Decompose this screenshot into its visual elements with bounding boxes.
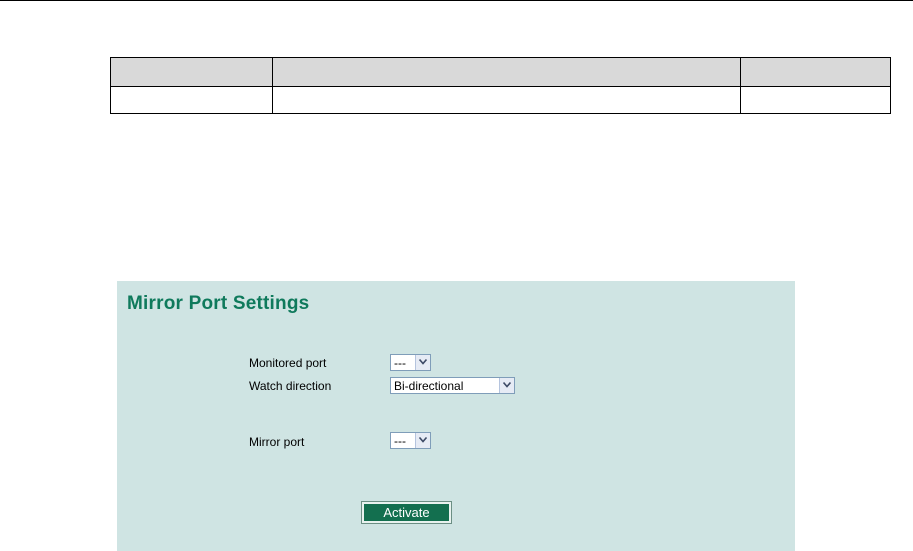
activate-button[interactable]: Activate <box>361 501 452 524</box>
chevron-down-icon[interactable] <box>499 378 514 393</box>
chevron-down-icon[interactable] <box>415 355 430 370</box>
table-row <box>110 86 891 114</box>
document-page: Mirror Port Settings Monitored port --- … <box>0 0 913 551</box>
table-header-row <box>110 57 891 87</box>
mirror-port-value: --- <box>394 434 406 448</box>
mirror-port-select[interactable]: --- <box>390 432 431 449</box>
table-header-cell <box>272 57 741 87</box>
table-header-cell <box>740 57 891 87</box>
mirror-port-settings-panel: Mirror Port Settings Monitored port --- … <box>117 281 795 551</box>
monitored-port-select[interactable]: --- <box>390 354 431 371</box>
empty-parameter-table <box>110 57 891 114</box>
header-rule <box>0 0 913 1</box>
monitored-port-value: --- <box>394 356 406 370</box>
table-cell <box>110 86 273 114</box>
table-cell <box>740 86 891 114</box>
table-cell <box>272 86 741 114</box>
watch-direction-select[interactable]: Bi-directional <box>390 377 515 394</box>
watch-direction-label: Watch direction <box>249 379 332 393</box>
monitored-port-label: Monitored port <box>249 356 327 370</box>
chevron-down-icon[interactable] <box>415 433 430 448</box>
watch-direction-value: Bi-directional <box>394 379 464 393</box>
mirror-port-label: Mirror port <box>249 435 305 449</box>
page-title: Mirror Port Settings <box>127 293 310 314</box>
table-header-cell <box>110 57 273 87</box>
